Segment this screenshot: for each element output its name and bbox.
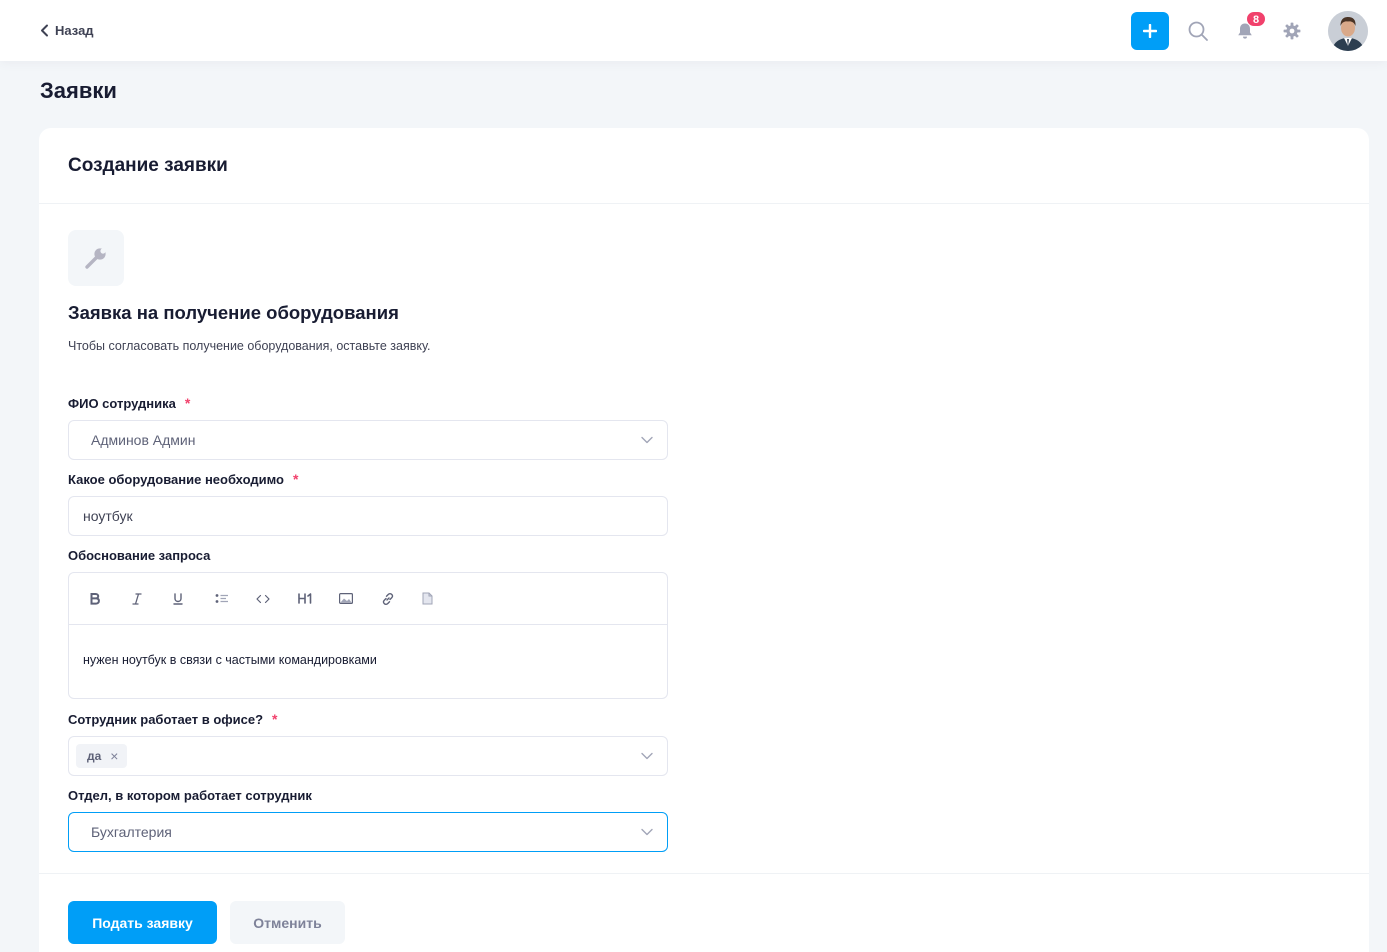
back-link[interactable]: Назад bbox=[40, 23, 94, 38]
employee-field-group: ФИО сотрудника * Админов Админ bbox=[68, 395, 668, 460]
employee-select[interactable]: Админов Админ bbox=[68, 420, 668, 460]
page-title: Заявки bbox=[40, 78, 117, 103]
employee-label: ФИО сотрудника * bbox=[68, 395, 668, 411]
required-mark: * bbox=[272, 711, 278, 727]
top-bar: Назад 8 bbox=[0, 0, 1387, 61]
code-button[interactable] bbox=[256, 585, 298, 613]
rich-text-editor: нужен ноутбук в связи с частыми командир… bbox=[68, 572, 668, 699]
required-mark: * bbox=[293, 471, 299, 487]
justification-field-group: Обоснование запроса нужен ноутбук в связ… bbox=[68, 548, 668, 699]
chevron-down-icon bbox=[641, 828, 653, 836]
tag-remove-icon[interactable]: × bbox=[110, 748, 118, 764]
employee-label-text: ФИО сотрудника bbox=[68, 395, 176, 411]
avatar-image bbox=[1328, 10, 1368, 51]
topbar-actions: 8 bbox=[1131, 10, 1368, 51]
bold-icon bbox=[90, 592, 100, 605]
chevron-left-icon bbox=[41, 24, 48, 37]
bullet-list-icon bbox=[215, 593, 228, 603]
request-form: Заявка на получение оборудования Чтобы с… bbox=[68, 230, 668, 852]
search-icon bbox=[1188, 21, 1208, 41]
search-button[interactable] bbox=[1178, 12, 1218, 50]
form-description: Чтобы согласовать получение оборудования… bbox=[68, 339, 431, 353]
equipment-input[interactable]: ноутбук bbox=[68, 496, 668, 536]
department-label: Отдел, в котором работает сотрудник bbox=[68, 788, 668, 803]
in-office-label: Сотрудник работает в офисе? * bbox=[68, 711, 668, 727]
card-footer: Подать заявку Отменить bbox=[39, 873, 1369, 952]
selected-tag-label: да bbox=[87, 749, 102, 763]
editor-content[interactable]: нужен ноутбук в связи с частыми командир… bbox=[69, 625, 667, 667]
wrench-icon bbox=[85, 248, 106, 269]
bold-button[interactable] bbox=[90, 585, 132, 613]
equipment-label-text: Какое оборудование необходимо bbox=[68, 471, 284, 487]
link-icon bbox=[382, 592, 393, 605]
justification-label: Обоснование запроса bbox=[68, 548, 668, 563]
department-select-value: Бухгалтерия bbox=[91, 824, 172, 840]
bullet-list-button[interactable] bbox=[215, 585, 257, 613]
italic-button[interactable] bbox=[131, 585, 174, 613]
required-mark: * bbox=[184, 395, 191, 411]
in-office-label-text: Сотрудник работает в офисе? bbox=[68, 711, 264, 727]
heading-button[interactable] bbox=[297, 585, 340, 613]
card-header: Создание заявки bbox=[39, 128, 1369, 204]
in-office-field-group: Сотрудник работает в офисе? * да × bbox=[68, 711, 668, 776]
add-button[interactable] bbox=[1131, 11, 1169, 50]
file-icon bbox=[422, 592, 433, 605]
department-field-group: Отдел, в котором работает сотрудник Бухг… bbox=[68, 788, 668, 852]
form-heading: Заявка на получение оборудования bbox=[68, 302, 399, 323]
chevron-down-icon bbox=[641, 752, 653, 760]
equipment-input-value: ноутбук bbox=[83, 508, 133, 524]
department-label-text: Отдел, в котором работает сотрудник bbox=[68, 788, 312, 803]
in-office-multiselect[interactable]: да × bbox=[68, 736, 668, 776]
italic-icon bbox=[131, 592, 142, 605]
code-icon bbox=[256, 594, 270, 603]
underline-icon bbox=[173, 592, 183, 605]
request-form-card: Создание заявки Заявка на получение обор… bbox=[39, 128, 1369, 952]
equipment-field-group: Какое оборудование необходимо * ноутбук bbox=[68, 471, 668, 536]
underline-button[interactable] bbox=[173, 585, 215, 613]
submit-button[interactable]: Подать заявку bbox=[68, 901, 217, 944]
chevron-down-icon bbox=[641, 436, 653, 444]
selected-tag: да × bbox=[76, 744, 128, 768]
heading-icon bbox=[297, 593, 311, 604]
notifications-badge: 8 bbox=[1246, 10, 1266, 27]
cancel-button[interactable]: Отменить bbox=[230, 901, 345, 944]
notifications-button[interactable]: 8 bbox=[1225, 10, 1266, 50]
equipment-label: Какое оборудование необходимо * bbox=[68, 471, 668, 487]
settings-button[interactable] bbox=[1272, 12, 1312, 50]
image-button[interactable] bbox=[339, 585, 381, 613]
gear-icon bbox=[1283, 22, 1301, 39]
employee-select-value: Админов Админ bbox=[91, 432, 196, 448]
back-label: Назад bbox=[55, 23, 94, 38]
editor-toolbar bbox=[69, 573, 667, 625]
department-select[interactable]: Бухгалтерия bbox=[68, 812, 668, 852]
plus-icon bbox=[1143, 23, 1157, 38]
justification-label-text: Обоснование запроса bbox=[68, 548, 211, 563]
link-button[interactable] bbox=[381, 585, 423, 613]
image-icon bbox=[339, 593, 353, 604]
form-icon-tile bbox=[68, 230, 124, 286]
card-title: Создание заявки bbox=[68, 154, 228, 176]
user-avatar[interactable] bbox=[1328, 10, 1368, 51]
file-button[interactable] bbox=[422, 585, 464, 613]
